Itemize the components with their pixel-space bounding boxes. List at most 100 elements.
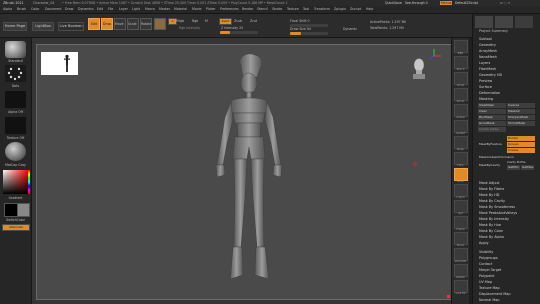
mask-by-cavity[interactable]: Mask By Cavity	[479, 199, 505, 203]
menu-alpha[interactable]: Alpha	[3, 7, 12, 11]
default-script-button[interactable]: DefaultZScript	[455, 1, 478, 5]
scale-mode-button[interactable]: Scale	[127, 18, 139, 30]
tray-fibermesh[interactable]: FiberMesh	[479, 67, 496, 71]
tray-morph-target[interactable]: Morph Target	[479, 268, 501, 272]
mask-peaks-valleys[interactable]: Mask PeaksAndValleys	[479, 211, 517, 215]
sharpenmask-button[interactable]: SharpenMask	[507, 115, 535, 120]
menu-marker[interactable]: Marker	[159, 7, 170, 11]
growmask-button[interactable]: GrowMask	[478, 121, 506, 126]
menu-layer[interactable]: Layer	[119, 7, 128, 11]
document-canvas[interactable]	[36, 44, 458, 300]
switch-color-button[interactable]: SwitchColor	[0, 218, 31, 222]
menu-zplugin[interactable]: Zplugin	[334, 7, 346, 11]
mask-by-fibers[interactable]: Mask By Fibers	[479, 187, 504, 191]
menu-movie[interactable]: Movie	[192, 7, 201, 11]
tray-preview[interactable]: Preview	[479, 79, 492, 83]
brush-thumbnail[interactable]	[5, 41, 26, 58]
menu-edit[interactable]: Edit	[97, 7, 103, 11]
subtool-thumb-2[interactable]	[495, 16, 513, 28]
menu-file[interactable]: File	[108, 7, 113, 11]
subtool-thumb-3[interactable]	[515, 16, 533, 28]
tray-visibility[interactable]: Visibility	[479, 250, 493, 254]
mask-adjust[interactable]: Mask Adjust	[479, 181, 499, 185]
tray-layers[interactable]: Layers	[479, 61, 490, 65]
tray-surface[interactable]: Surface	[479, 85, 492, 89]
move-mode-button[interactable]: Move	[114, 18, 126, 30]
inverse-button[interactable]: Inverse	[507, 103, 535, 108]
draw-size-slider[interactable]	[290, 32, 328, 35]
rgb-button[interactable]: Rgb	[192, 19, 198, 23]
menu-material[interactable]: Material	[174, 7, 187, 11]
quicksave-button[interactable]: QuickSave	[385, 1, 402, 5]
window-controls-icon[interactable]: ⊡ ▢ ✕	[500, 1, 510, 5]
tray-arraymesh[interactable]: ArrayMesh	[479, 49, 497, 53]
subtool-thumb-1[interactable]	[475, 16, 493, 28]
home-page-button[interactable]: Home Page	[3, 22, 27, 31]
dynamic-toggle[interactable]: Dynamic	[343, 27, 357, 31]
crease-button[interactable]: Crease	[507, 148, 535, 153]
menu-stroke[interactable]: Stroke	[272, 7, 282, 11]
tray-nanomesh[interactable]: NanoMesh	[479, 55, 497, 59]
menu-texture[interactable]: Texture	[287, 7, 299, 11]
mask-ao-label[interactable]: MaskAmbientOcclusion	[479, 155, 514, 159]
menu-stencil[interactable]: Stencil	[257, 7, 268, 11]
menu-transform[interactable]: Transform	[314, 7, 330, 11]
menu-color[interactable]: Color	[31, 7, 39, 11]
getmin-button[interactable]: GetMin	[507, 165, 520, 170]
stroke-thumbnail[interactable]	[5, 65, 26, 82]
alpha-thumbnail[interactable]	[5, 91, 26, 108]
texture-thumbnail[interactable]	[5, 117, 26, 134]
color-picker[interactable]	[3, 170, 28, 194]
hue-strip[interactable]	[28, 170, 30, 194]
zadd-button[interactable]: Zadd	[219, 18, 232, 25]
mrgb-button[interactable]: Mrgb	[176, 19, 184, 23]
menu-brush[interactable]: Brush	[17, 7, 26, 11]
lightbox-button[interactable]: LightBox	[32, 22, 54, 31]
tray-displacement-map[interactable]: Displacement Map	[479, 292, 511, 296]
polyframe-button[interactable]	[154, 18, 166, 30]
rotate-mode-button[interactable]: Rotate	[140, 18, 152, 30]
tray-polypaint[interactable]: Polypaint	[479, 274, 495, 278]
cavity-profile-label[interactable]: Cavity Profile	[507, 160, 525, 164]
tray-texture-map[interactable]: Texture Map	[479, 286, 500, 290]
mask-by-alpha[interactable]: Mask By Alpha	[479, 235, 504, 239]
shrinkmask-button[interactable]: ShrinkMask	[507, 121, 535, 126]
create-alpha-button[interactable]: Create Alpha	[478, 127, 506, 132]
mask-by-hd[interactable]: Mask By HD	[479, 193, 499, 197]
menu-zscript[interactable]: Zscript	[350, 7, 361, 11]
menu-render[interactable]: Render	[242, 7, 253, 11]
mask-by-smoothness[interactable]: Mask By Smoothness	[479, 205, 515, 209]
clear-mask-button[interactable]: Clear	[478, 109, 506, 114]
tray-geometry-hd[interactable]: Geometry HD	[479, 73, 502, 77]
menu-dynamics[interactable]: Dynamics	[78, 7, 94, 11]
m-button[interactable]: M	[205, 19, 208, 23]
secondary-color-swatch[interactable]	[17, 203, 30, 217]
rgb-intensity-label[interactable]: Rgb Intensity	[179, 26, 200, 30]
apply-button[interactable]: Apply	[479, 241, 489, 245]
zcut-button[interactable]: Zcut	[250, 19, 257, 23]
navigation-head-icon[interactable]	[411, 57, 427, 79]
tray-masking[interactable]: Masking	[479, 97, 493, 101]
alternate-button[interactable]: Alternate	[2, 224, 30, 231]
groups-button[interactable]: Groups	[507, 142, 535, 147]
border-button[interactable]: Border	[507, 136, 535, 141]
zsub-button[interactable]: Zsub	[234, 19, 242, 23]
tray-polygroups[interactable]: Polygroups	[479, 256, 498, 260]
menus-button[interactable]: Menus	[440, 1, 453, 5]
viewmask-button[interactable]: ViewMask	[478, 103, 506, 108]
mask-by-hue[interactable]: Mask By Hue	[479, 223, 501, 227]
menu-light[interactable]: Light	[132, 7, 140, 11]
character-model[interactable]	[197, 47, 297, 297]
menu-tool[interactable]: Tool	[303, 7, 309, 11]
tray-deformation[interactable]: Deformation	[479, 91, 500, 95]
tray-geometry[interactable]: Geometry	[479, 43, 496, 47]
draw-mode-button[interactable]: Draw	[101, 18, 113, 30]
getmax-button[interactable]: GetMax	[521, 165, 534, 170]
maskall-button[interactable]: MaskAll	[507, 109, 535, 114]
tray-subtool[interactable]: Subtool	[479, 37, 492, 41]
menu-preferences[interactable]: Preferences	[220, 7, 239, 11]
mask-cavity-label[interactable]: MaskByCavity	[479, 163, 500, 167]
z-intensity-slider[interactable]	[220, 31, 258, 34]
menu-macro[interactable]: Macro	[145, 7, 155, 11]
edit-mode-button[interactable]: Edit	[88, 18, 100, 30]
